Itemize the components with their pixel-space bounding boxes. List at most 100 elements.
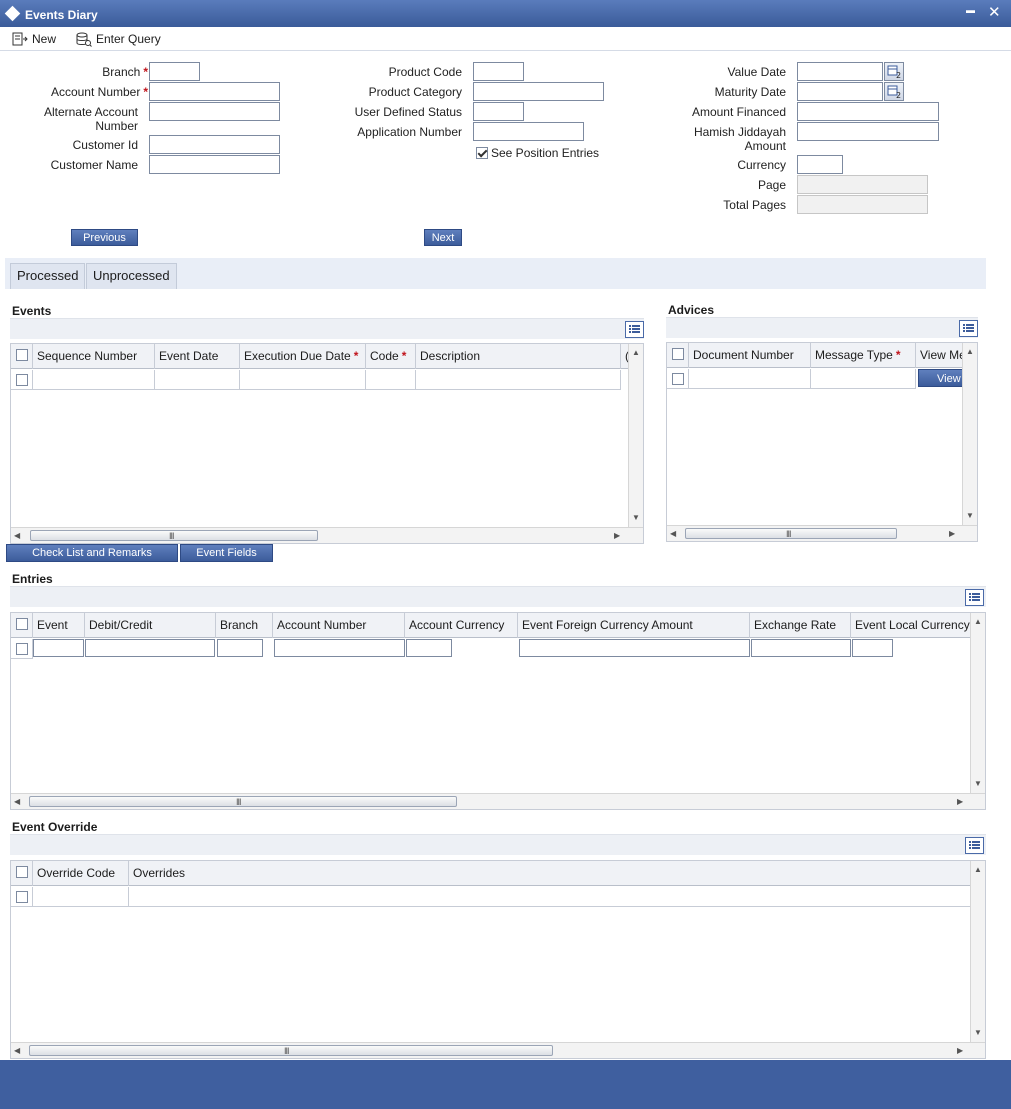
scroll-left-icon[interactable]: ◀ [14, 531, 20, 540]
events-scroll-thumb[interactable]: III [30, 530, 318, 541]
entries-cell-debit-credit[interactable] [85, 639, 215, 657]
user-defined-status-input[interactable] [473, 102, 524, 121]
events-row-checkbox[interactable] [16, 374, 28, 386]
entries-col-event-local-currency[interactable]: Event Local Currency [851, 613, 971, 638]
scroll-left-icon[interactable]: ◀ [14, 797, 20, 806]
see-position-entries-checkbox[interactable] [476, 147, 488, 159]
scroll-right-icon[interactable]: ▶ [957, 797, 963, 806]
advices-cell-message-type[interactable] [811, 369, 916, 389]
tab-processed[interactable]: Processed [10, 263, 86, 289]
entries-cell-event-local-currency[interactable] [852, 639, 893, 657]
scroll-up-icon[interactable]: ▲ [974, 865, 982, 874]
events-cell-sequence-number[interactable] [33, 370, 155, 390]
events-col-description[interactable]: Description [416, 344, 621, 369]
entries-select-all-checkbox[interactable] [16, 618, 28, 630]
advices-scroll-thumb[interactable]: III [685, 528, 897, 539]
entries-col-debit-credit[interactable]: Debit/Credit [85, 613, 216, 638]
advices-col-message-type[interactable]: Message Type * [811, 343, 916, 368]
advices-list-view-button[interactable] [959, 320, 978, 337]
events-vertical-scrollbar[interactable]: ▲ ▼ [628, 344, 643, 527]
scroll-right-icon[interactable]: ▶ [957, 1046, 963, 1055]
scroll-left-icon[interactable]: ◀ [670, 529, 676, 538]
value-date-input[interactable] [797, 62, 883, 81]
customer-name-input[interactable] [149, 155, 280, 174]
entries-col-event[interactable]: Event [33, 613, 85, 638]
scroll-up-icon[interactable]: ▲ [632, 348, 640, 357]
entries-col-account-currency[interactable]: Account Currency [405, 613, 518, 638]
entries-col-exchange-rate[interactable]: Exchange Rate [750, 613, 851, 638]
product-code-input[interactable] [473, 62, 524, 81]
events-horizontal-scrollbar[interactable]: ◀ III ▶ [11, 527, 643, 543]
events-col-sequence-number[interactable]: Sequence Number [33, 344, 155, 369]
scroll-right-icon[interactable]: ▶ [614, 531, 620, 540]
events-col-execution-due-date[interactable]: Execution Due Date * [240, 344, 366, 369]
entries-cell-event[interactable] [33, 639, 84, 657]
events-cell-description[interactable] [416, 370, 621, 390]
scroll-left-icon[interactable]: ◀ [14, 1046, 20, 1055]
override-row-checkbox[interactable] [16, 891, 28, 903]
scroll-down-icon[interactable]: ▼ [632, 513, 640, 522]
value-date-calendar-button[interactable]: 2 [884, 62, 904, 81]
events-cell-execution-due-date[interactable] [240, 370, 366, 390]
entries-vertical-scrollbar[interactable]: ▲ ▼ [970, 613, 985, 793]
advices-cell-document-number[interactable] [689, 369, 811, 389]
override-select-all-checkbox[interactable] [16, 866, 28, 878]
close-button[interactable]: ✕ [988, 3, 1001, 21]
hamish-jiddayah-amount-input[interactable] [797, 122, 939, 141]
application-number-input[interactable] [473, 122, 584, 141]
events-cell-code[interactable] [366, 370, 416, 390]
scroll-down-icon[interactable]: ▼ [974, 1028, 982, 1037]
entries-row-checkbox[interactable] [16, 643, 28, 655]
scroll-up-icon[interactable]: ▲ [966, 347, 974, 356]
product-category-input[interactable] [473, 82, 604, 101]
advices-select-all-checkbox[interactable] [672, 348, 684, 360]
account-number-input[interactable] [149, 82, 280, 101]
entries-col-branch[interactable]: Branch [216, 613, 273, 638]
entries-cell-branch[interactable] [217, 639, 263, 657]
entries-list-view-button[interactable] [965, 589, 984, 606]
new-button[interactable]: New [12, 29, 56, 49]
event-fields-button[interactable]: Event Fields [180, 544, 273, 562]
events-cell-event-date[interactable] [155, 370, 240, 390]
override-scroll-thumb[interactable]: III [29, 1045, 553, 1056]
events-col-event-date[interactable]: Event Date [155, 344, 240, 369]
override-col-override-code[interactable]: Override Code [33, 861, 129, 886]
events-select-all-checkbox[interactable] [16, 349, 28, 361]
advices-row-checkbox[interactable] [672, 373, 684, 385]
customer-id-input[interactable] [149, 135, 280, 154]
entries-cell-event-foreign-currency-amount[interactable] [519, 639, 750, 657]
advices-vertical-scrollbar[interactable]: ▲ ▼ [962, 343, 977, 525]
override-list-view-button[interactable] [965, 837, 984, 854]
branch-input[interactable] [149, 62, 200, 81]
scroll-right-icon[interactable]: ▶ [949, 529, 955, 538]
entries-cell-account-currency[interactable] [406, 639, 452, 657]
advices-horizontal-scrollbar[interactable]: ◀ III ▶ [667, 525, 977, 541]
entries-cell-account-number[interactable] [274, 639, 405, 657]
alternate-account-number-input[interactable] [149, 102, 280, 121]
advices-col-document-number[interactable]: Document Number [689, 343, 811, 368]
currency-input[interactable] [797, 155, 843, 174]
scroll-up-icon[interactable]: ▲ [974, 617, 982, 626]
minimize-button[interactable]: ▬ [966, 5, 975, 15]
events-col-code[interactable]: Code * [366, 344, 416, 369]
previous-button[interactable]: Previous [71, 229, 138, 246]
tab-unprocessed[interactable]: Unprocessed [86, 263, 177, 289]
scroll-down-icon[interactable]: ▼ [974, 779, 982, 788]
enter-query-button[interactable]: Enter Query [76, 29, 161, 49]
entries-cell-exchange-rate[interactable] [751, 639, 851, 657]
entries-col-event-foreign-currency-amount[interactable]: Event Foreign Currency Amount [518, 613, 750, 638]
maturity-date-calendar-button[interactable]: 2 [884, 82, 904, 101]
events-list-view-button[interactable] [625, 321, 644, 338]
advices-col-view-message[interactable]: View Me [916, 343, 963, 368]
entries-col-account-number[interactable]: Account Number [273, 613, 405, 638]
scroll-down-icon[interactable]: ▼ [966, 511, 974, 520]
view-message-button[interactable]: View [918, 369, 963, 387]
next-button[interactable]: Next [424, 229, 462, 246]
override-cell-override-code[interactable] [33, 887, 129, 907]
entries-scroll-thumb[interactable]: III [29, 796, 457, 807]
entries-horizontal-scrollbar[interactable]: ◀ III ▶ [11, 793, 985, 809]
override-cell-overrides[interactable] [129, 887, 971, 907]
amount-financed-input[interactable] [797, 102, 939, 121]
override-col-overrides[interactable]: Overrides [129, 861, 971, 886]
override-horizontal-scrollbar[interactable]: ◀ III ▶ [11, 1042, 985, 1058]
